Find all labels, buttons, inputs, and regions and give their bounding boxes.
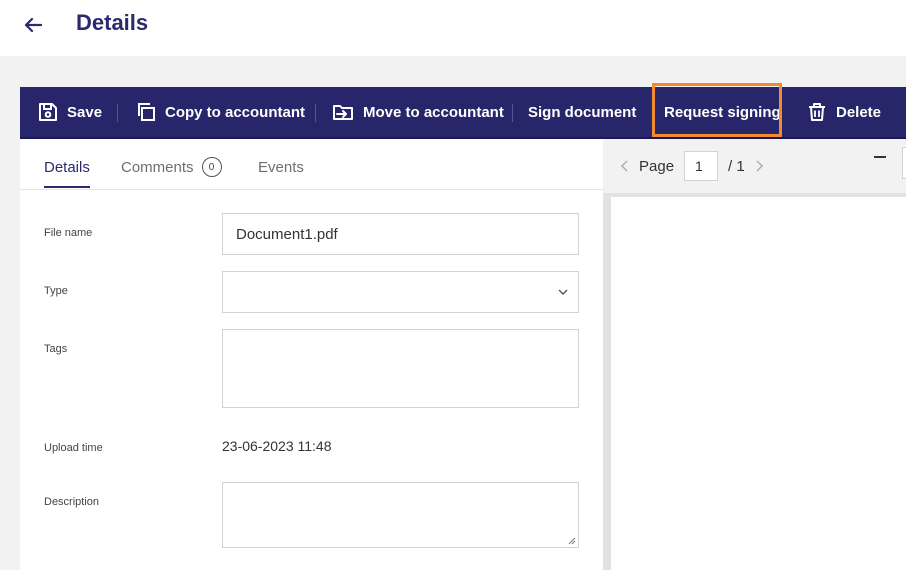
page-label: Page — [639, 157, 675, 175]
type-select[interactable] — [222, 271, 579, 313]
copy-label: Copy to accountant — [165, 103, 306, 121]
toolbar-divider — [315, 104, 316, 122]
save-label: Save — [67, 103, 103, 121]
back-button[interactable] — [20, 12, 46, 38]
active-tab-indicator — [44, 186, 90, 188]
tab-bar: Details Comments 0 Events — [20, 139, 603, 190]
page-title: Details — [76, 10, 149, 35]
copy-icon — [138, 103, 155, 121]
toolbar-divider — [512, 104, 513, 122]
chevron-right-icon[interactable] — [755, 160, 763, 172]
page-total: / 1 — [728, 157, 745, 175]
tab-events-label: Events — [258, 159, 304, 176]
sign-document-button[interactable]: Sign document — [528, 87, 636, 137]
delete-button[interactable]: Delete — [807, 87, 881, 137]
comments-count-badge: 0 — [201, 157, 222, 177]
save-icon — [39, 103, 57, 121]
page-number-input[interactable]: 1 — [684, 151, 719, 181]
tags-label: Tags — [44, 343, 68, 355]
zoom-input[interactable] — [902, 147, 906, 179]
tags-field[interactable] — [222, 329, 579, 408]
description-label: Description — [44, 496, 100, 508]
page-navigator: Page 1 / 1 — [621, 151, 763, 181]
tab-details-label: Details — [44, 159, 90, 176]
viewer-toolbar: Page 1 / 1 — [603, 139, 906, 193]
request-signing-label: Request signing — [664, 103, 781, 121]
chevron-left-icon[interactable] — [621, 160, 629, 172]
trash-icon — [809, 103, 825, 121]
resize-handle-icon[interactable] — [568, 537, 576, 545]
tab-comments-label: Comments — [121, 158, 194, 176]
file-name-label: File name — [44, 227, 93, 239]
arrow-left-icon — [24, 17, 42, 33]
save-button[interactable]: Save — [38, 87, 102, 137]
details-panel: Details Comments 0 Events File name Docu… — [20, 139, 603, 570]
chevron-down-icon — [558, 289, 568, 295]
upload-time-label: Upload time — [44, 442, 103, 454]
tab-details[interactable]: Details — [44, 159, 90, 176]
action-toolbar: Save Copy to accountant Move to accounta… — [20, 83, 906, 139]
type-label: Type — [44, 285, 68, 297]
tab-comments[interactable]: Comments 0 — [121, 157, 222, 177]
sign-label: Sign document — [528, 103, 637, 121]
file-name-field[interactable]: Document1.pdf — [222, 213, 579, 255]
move-icon — [333, 105, 353, 120]
document-viewer — [603, 193, 906, 570]
upload-time-value: 23-06-2023 11:48 — [222, 438, 332, 454]
tab-events[interactable]: Events — [258, 159, 304, 176]
toolbar-divider — [117, 104, 118, 122]
document-page — [611, 197, 906, 570]
file-name-value: Document1.pdf — [236, 226, 338, 243]
description-field[interactable] — [222, 482, 579, 548]
delete-label: Delete — [836, 103, 882, 121]
page-header: Details — [0, 0, 906, 56]
move-label: Move to accountant — [363, 103, 504, 121]
request-signing-button[interactable]: Request signing — [664, 87, 781, 137]
copy-to-accountant-button[interactable]: Copy to accountant — [136, 87, 305, 137]
zoom-out-button[interactable] — [874, 156, 886, 158]
move-to-accountant-button[interactable]: Move to accountant — [332, 87, 504, 137]
